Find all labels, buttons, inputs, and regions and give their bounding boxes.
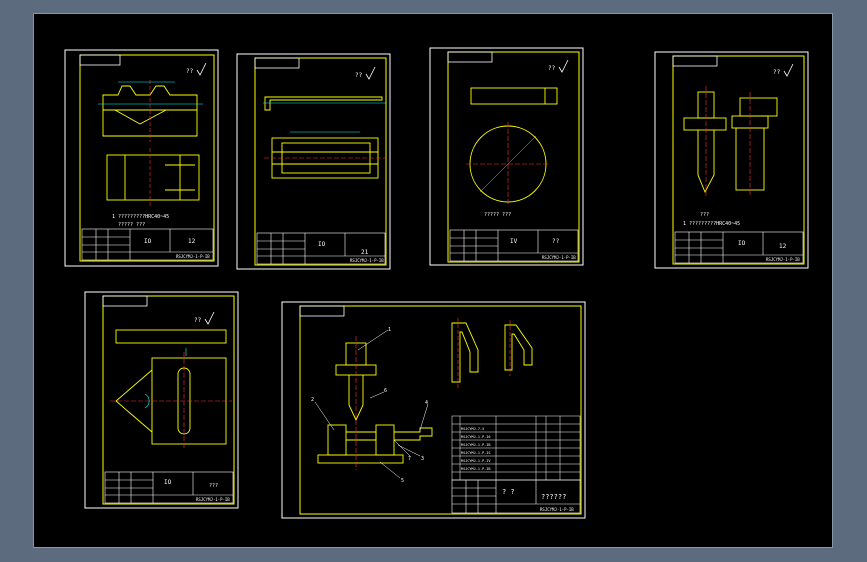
sheet-6-leaders: [314, 329, 429, 479]
sheet-6[interactable]: 1 2 3 4 5 6 7 RSJCYMJ-7-5 RSJCYMJ-1-P-I6…: [281, 301, 586, 519]
sheet-4-scale: 12: [779, 243, 787, 250]
sheet-4-frame: [672, 55, 805, 265]
sheet-6-leader-6: 6: [384, 388, 387, 394]
bom-row-6: RSJCYMJ-1-P-IB: [461, 467, 491, 471]
sheet-3[interactable]: ?? ????? ??? IV ?? RSJCYMJ-1-P-IB: [429, 47, 584, 266]
sheet-4-corner-tag: [672, 55, 718, 67]
sheet-2-drawing-no: RSJCYMJ-1-P-IB: [350, 258, 384, 263]
sheet-1-note: 1 ?????????HRC40~45: [112, 214, 169, 220]
sheet-6-leader-7: 7: [408, 456, 411, 462]
sheet-1-bottom-view: [106, 148, 200, 206]
sheet-5-roughness: ??: [194, 317, 202, 324]
roughness-symbol-icon: [365, 66, 376, 80]
roughness-symbol-icon: [783, 63, 794, 77]
sheet-6-leader-1: 1: [388, 327, 391, 333]
cad-viewer: ?? 1 ?????????HRC40~45 ????? ??? IO 12 R…: [0, 0, 867, 562]
bom-row-4: RSJCYMJ-1-P-IS: [461, 451, 491, 455]
sheets-layer: ?? 1 ?????????HRC40~45 ????? ??? IO 12 R…: [64, 47, 809, 519]
sheet-2-corner-tag: [254, 57, 300, 69]
sheet-5-frame: [102, 295, 235, 505]
sheet-6-leader-3: 3: [421, 456, 424, 462]
sheet-5-corner-tag: [102, 295, 148, 307]
sheet-4[interactable]: ?? ??? 1 ?????????HRC40~45 IO 12 RSJCYMJ…: [654, 51, 809, 269]
sheet-2-border: [236, 53, 391, 270]
sheet-6-leader-2: 2: [311, 397, 314, 403]
sheet-6-scale: ??????: [541, 493, 566, 501]
sheet-2-roughness: ??: [355, 72, 363, 79]
sheet-6-corner-tag: [299, 305, 345, 317]
sheet-6-part: ? ?: [502, 488, 515, 496]
sheet-4-border: [654, 51, 809, 269]
sheet-4-punch-side-view: [683, 86, 727, 198]
sheet-1-drawing-no: RSJCYMJ-1-P-IB: [176, 254, 210, 259]
sheet-1-roughness: ??: [186, 68, 194, 75]
sheet-5-die-plan-view: [110, 352, 232, 450]
bom-row-2: RSJCYMJ-1-P-I6: [461, 435, 491, 439]
sheet-5[interactable]: ?? IO ??? RSJCYMJ-1-P-IB: [84, 291, 239, 509]
sheet-6-leader-5: 5: [401, 478, 404, 484]
sheet-4-note: 1 ?????????HRC40~45: [683, 221, 740, 227]
sheet-1-frame: [79, 54, 215, 262]
sheet-1-scale: 12: [188, 238, 196, 245]
sheet-2-part: IO: [318, 241, 326, 248]
sheet-3-bar-view: [470, 87, 558, 105]
sheet-4-drawing-no: RSJCYMJ-1-P-IB: [766, 257, 800, 262]
sheet-2-plan-view: [264, 131, 386, 179]
sheet-6-assembly-view: [317, 336, 433, 470]
sheet-3-scale: ??: [552, 238, 560, 245]
bom-row-3: RSJCYMJ-1-P-IB: [461, 443, 491, 447]
sheet-5-scale: ???: [209, 483, 218, 489]
sheet-1-part: IO: [144, 238, 152, 245]
sheet-3-border: [429, 47, 584, 266]
sheet-5-part: IO: [164, 479, 172, 486]
sheet-2-strip-view: [263, 96, 386, 111]
sheet-1-top-view: [98, 80, 203, 142]
sheet-3-part: IV: [510, 238, 518, 245]
sheet-3-disc-view: [466, 122, 550, 206]
bom-row-1: RSJCYMJ-7-5: [461, 427, 484, 431]
sheet-1[interactable]: ?? 1 ?????????HRC40~45 ????? ??? IO 12 R…: [64, 49, 219, 267]
bom-row-5: RSJCYMJ-1-P-IV: [461, 459, 491, 463]
roughness-symbol-icon: [558, 59, 569, 73]
sheet-6-leader-4: 4: [425, 400, 428, 406]
sheet-6-detail-views: [451, 318, 533, 388]
sheet-5-drawing-no: RSJCYMJ-1-P-IB: [196, 497, 230, 502]
sheet-3-corner-tag: [447, 51, 493, 63]
roughness-symbol-icon: [196, 62, 207, 76]
sheet-3-note: ????? ???: [484, 212, 511, 218]
sheet-4-roughness: ??: [773, 69, 781, 76]
sheet-3-roughness: ??: [548, 65, 556, 72]
sheet-1-border: [64, 49, 219, 267]
sheet-5-plate-view: [115, 329, 227, 356]
sheet-5-border: [84, 291, 239, 509]
sheet-3-frame: [447, 51, 580, 263]
sheet-3-drawing-no: RSJCYMJ-1-P-IB: [542, 255, 576, 260]
sheet-4-punch-section-view: [731, 92, 778, 196]
sheet-2[interactable]: ?? IO 21 RSJCYMJ-1-P-IB: [236, 53, 391, 270]
sheet-6-frame: [299, 305, 582, 515]
roughness-symbol-icon: [204, 311, 215, 325]
sheet-1-corner-tag: [79, 54, 121, 66]
sheet-2-scale: 21: [361, 249, 369, 256]
sheet-4-note2: ???: [700, 212, 709, 218]
sheet-6-border: [281, 301, 586, 519]
sheet-1-note2: ????? ???: [118, 222, 145, 228]
sheet-6-drawing-no: RSJCYMJ-1-P-IB: [540, 507, 574, 512]
sheet-4-part: IO: [738, 240, 746, 247]
sheet-2-frame: [254, 57, 387, 266]
